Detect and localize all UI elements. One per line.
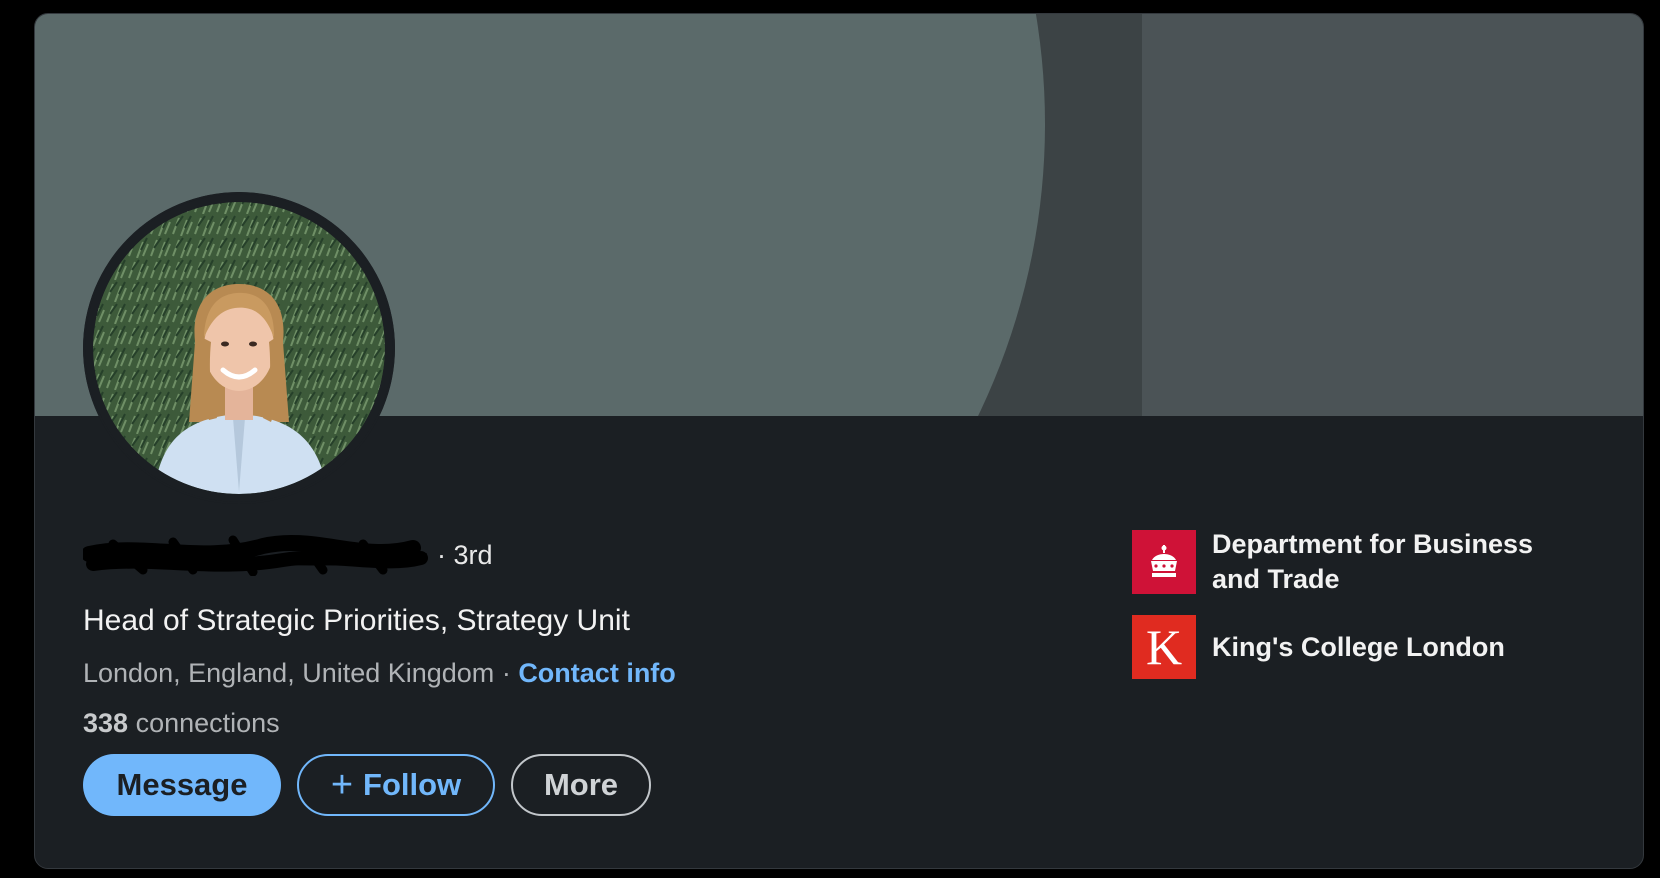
org-item-dbt[interactable]: Department for Business and Trade xyxy=(1132,527,1572,597)
profile-headline: Head of Strategic Priorities, Strategy U… xyxy=(83,604,630,637)
crown-icon xyxy=(1132,530,1196,594)
profile-avatar[interactable] xyxy=(83,192,395,504)
more-button[interactable]: More xyxy=(511,754,651,816)
connections-link[interactable]: 338 connections xyxy=(83,708,280,739)
crown-icon-graphic xyxy=(1151,545,1177,577)
more-button-label: More xyxy=(543,767,619,802)
kcl-logo-letter: K xyxy=(1145,619,1183,675)
contact-info-link[interactable]: Contact info xyxy=(518,658,675,688)
connection-degree: · 3rd xyxy=(437,539,493,570)
banner-right-panel xyxy=(1142,14,1643,416)
profile-location: London, England, United Kingdom xyxy=(83,658,495,688)
follow-button[interactable]: + Follow xyxy=(297,754,495,816)
org-name-dbt: Department for Business and Trade xyxy=(1212,529,1534,594)
message-button[interactable]: Message xyxy=(83,754,281,816)
plus-icon: + xyxy=(330,764,354,806)
message-button-label: Message xyxy=(116,767,248,802)
location-separator: · xyxy=(494,658,519,688)
location-row: London, England, United Kingdom · Contac… xyxy=(83,658,676,689)
profile-name-redacted xyxy=(83,534,433,576)
redaction-scribble xyxy=(83,535,428,576)
name-row: · 3rd xyxy=(83,534,493,576)
connections-count: 338 xyxy=(83,708,129,738)
organizations-list: Department for Business and Trade K King… xyxy=(1132,527,1572,697)
org-name-kcl: King's College London xyxy=(1212,631,1505,662)
org-item-kcl[interactable]: K King's College London xyxy=(1132,615,1572,679)
profile-actions: Message + Follow More xyxy=(83,754,651,816)
profile-card: · 3rd Head of Strategic Priorities, Stra… xyxy=(34,13,1644,869)
follow-button-label: Follow xyxy=(363,767,462,802)
connections-label: connections xyxy=(128,708,280,738)
avatar-photo xyxy=(83,192,395,504)
kcl-logo-icon: K xyxy=(1132,615,1196,679)
